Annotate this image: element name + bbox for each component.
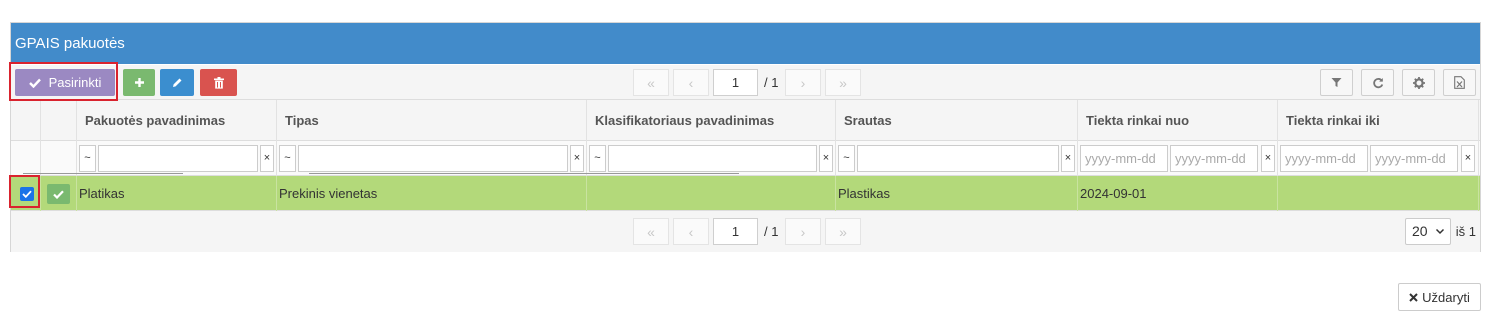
select-button-label: Pasirinkti bbox=[48, 75, 102, 90]
export-excel-button[interactable] bbox=[1443, 69, 1476, 96]
filter-name-input[interactable] bbox=[98, 145, 258, 172]
row-action-cell bbox=[41, 176, 77, 211]
filter-row: ~ × ~ × ~ × ~ × × × bbox=[11, 141, 1480, 176]
excel-export-icon bbox=[1454, 76, 1465, 89]
header-checkbox-col bbox=[11, 100, 41, 141]
cell-classifier-name bbox=[587, 176, 836, 211]
col-stream[interactable]: Srautas bbox=[836, 100, 1078, 141]
close-icon bbox=[1409, 292, 1418, 302]
filter-cell-type: ~ × bbox=[277, 141, 587, 176]
refresh-icon bbox=[1372, 77, 1383, 88]
page-number-input[interactable] bbox=[713, 69, 758, 96]
filter-to-start-date[interactable] bbox=[1280, 145, 1368, 172]
filter-clear-button[interactable]: × bbox=[1261, 145, 1275, 172]
last-page-button[interactable]: » bbox=[825, 218, 861, 245]
filter-cell-stream: ~ × bbox=[836, 141, 1078, 176]
refresh-button[interactable] bbox=[1361, 69, 1394, 96]
page-number-input[interactable] bbox=[713, 218, 758, 245]
page-count-label: iš 1 bbox=[1455, 224, 1476, 239]
col-supplied-to[interactable]: Tiekta rinkai iki bbox=[1278, 100, 1479, 141]
row-checkbox[interactable] bbox=[20, 187, 34, 201]
edit-button[interactable] bbox=[160, 69, 194, 96]
close-button[interactable]: Uždaryti bbox=[1398, 283, 1481, 311]
first-page-button[interactable]: « bbox=[633, 69, 669, 96]
filter-cell-empty bbox=[41, 141, 77, 176]
filter-clear-button[interactable]: × bbox=[1461, 145, 1475, 172]
add-button[interactable] bbox=[123, 69, 155, 96]
bottom-pager: « ‹ / 1 › » bbox=[633, 218, 861, 245]
pencil-icon bbox=[173, 78, 182, 87]
filter-classifier-input[interactable] bbox=[608, 145, 817, 172]
check-icon bbox=[53, 189, 64, 199]
first-page-button[interactable]: « bbox=[633, 218, 669, 245]
filter-type-input[interactable] bbox=[298, 145, 568, 172]
close-button-label: Uždaryti bbox=[1422, 289, 1470, 305]
filter-clear-button[interactable]: × bbox=[1061, 145, 1075, 172]
next-page-button[interactable]: › bbox=[785, 69, 821, 96]
filter-operator-button[interactable]: ~ bbox=[838, 145, 855, 172]
cell-supplied-from: 2024-09-01 bbox=[1078, 176, 1278, 211]
filter-cell-empty bbox=[11, 141, 41, 176]
col-package-name[interactable]: Pakuotės pavadinimas bbox=[77, 100, 277, 141]
header-action-col bbox=[41, 100, 77, 141]
table-row[interactable]: Platikas Prekinis vienetas Plastikas 202… bbox=[11, 176, 1480, 211]
filter-operator-button[interactable]: ~ bbox=[279, 145, 296, 172]
filter-from-start-date[interactable] bbox=[1080, 145, 1168, 172]
filter-clear-button[interactable]: × bbox=[260, 145, 274, 172]
prev-page-button[interactable]: ‹ bbox=[673, 218, 709, 245]
row-select-cell bbox=[11, 176, 41, 211]
filter-clear-button[interactable]: × bbox=[819, 145, 833, 172]
filter-cell-name: ~ × bbox=[77, 141, 277, 176]
page-size-value: 20 bbox=[1412, 223, 1428, 239]
filter-stream-input[interactable] bbox=[857, 145, 1059, 172]
table-footer: « ‹ / 1 › » 20 iš 1 bbox=[11, 211, 1480, 252]
gear-icon bbox=[1412, 76, 1425, 89]
page-total: / 1 bbox=[764, 224, 779, 239]
chevron-down-icon bbox=[1435, 228, 1445, 235]
cell-type: Prekinis vienetas bbox=[277, 176, 587, 211]
page-total: / 1 bbox=[764, 75, 779, 90]
filter-icon bbox=[1331, 78, 1342, 87]
col-classifier-name[interactable]: Klasifikatoriaus pavadinimas bbox=[587, 100, 836, 141]
panel-title: GPAIS pakuotės bbox=[11, 23, 1480, 64]
settings-button[interactable] bbox=[1402, 69, 1435, 96]
prev-page-button[interactable]: ‹ bbox=[673, 69, 709, 96]
trash-icon bbox=[213, 76, 224, 89]
filter-to-end-date[interactable] bbox=[1370, 145, 1458, 172]
toolbar: Pasirinkti « ‹ / 1 › » bbox=[11, 65, 1480, 100]
col-supplied-from[interactable]: Tiekta rinkai nuo bbox=[1078, 100, 1278, 141]
checkmark-icon bbox=[22, 190, 32, 198]
filter-operator-button[interactable]: ~ bbox=[79, 145, 96, 172]
cell-package-name: Platikas bbox=[77, 176, 277, 211]
filter-cell-from: × bbox=[1078, 141, 1278, 176]
table-header: Pakuotės pavadinimas Tipas Klasifikatori… bbox=[11, 100, 1480, 141]
plus-icon bbox=[134, 78, 144, 87]
next-page-button[interactable]: › bbox=[785, 218, 821, 245]
filter-from-end-date[interactable] bbox=[1170, 145, 1258, 172]
cell-supplied-to bbox=[1278, 176, 1479, 211]
filter-button[interactable] bbox=[1320, 69, 1353, 96]
filter-cell-to: × bbox=[1278, 141, 1479, 176]
col-type[interactable]: Tipas bbox=[277, 100, 587, 141]
row-select-button[interactable] bbox=[47, 184, 70, 204]
delete-button[interactable] bbox=[200, 69, 237, 96]
filter-operator-button[interactable]: ~ bbox=[589, 145, 606, 172]
check-icon bbox=[28, 78, 41, 88]
packages-panel: GPAIS pakuotės Pasirinkti « ‹ / 1 › » bbox=[10, 22, 1481, 252]
filter-clear-button[interactable]: × bbox=[570, 145, 584, 172]
select-button[interactable]: Pasirinkti bbox=[15, 69, 115, 96]
last-page-button[interactable]: » bbox=[825, 69, 861, 96]
page-size-select[interactable]: 20 bbox=[1405, 218, 1451, 245]
filter-cell-classifier: ~ × bbox=[587, 141, 836, 176]
top-pager: « ‹ / 1 › » bbox=[633, 69, 861, 96]
cell-stream: Plastikas bbox=[836, 176, 1078, 211]
